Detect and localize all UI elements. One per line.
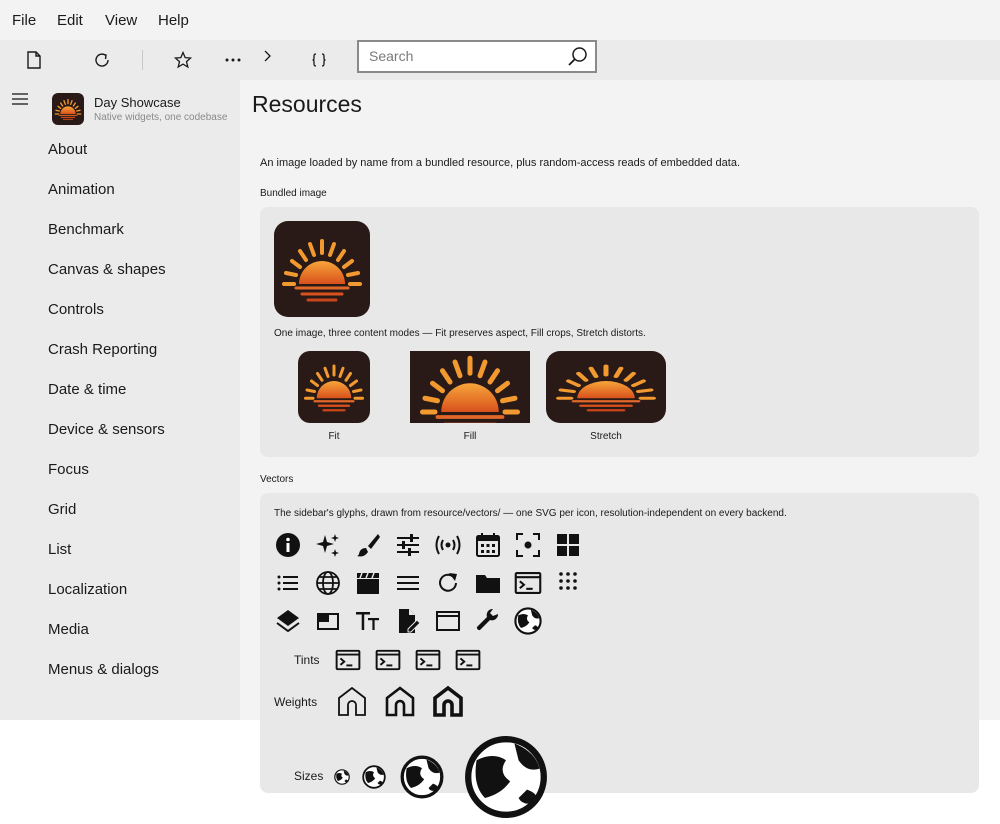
sidebar-item-focus[interactable]: Focus: [48, 461, 89, 478]
app-tagline: Native widgets, one codebase: [94, 112, 228, 123]
wrench-icon: [474, 607, 502, 635]
app-logo: [52, 93, 84, 125]
toolbar-separator: [142, 50, 143, 70]
search-box: Search: [357, 40, 597, 73]
hamburger-menu-icon[interactable]: [12, 92, 28, 111]
text-size-icon: [354, 607, 382, 635]
sidebar-item-menus-dialogs[interactable]: Menus & dialogs: [48, 661, 159, 678]
stretch-mode-image: [546, 351, 666, 423]
weights-label: Weights: [274, 695, 318, 709]
vectors-caption: The sidebar's glyphs, drawn from resourc…: [274, 508, 787, 519]
sidebar-item-device-sensors[interactable]: Device & sensors: [48, 421, 165, 438]
bundled-image-heading: Bundled image: [260, 188, 327, 199]
home-light-icon: [336, 685, 368, 717]
sidebar-item-grid[interactable]: Grid: [48, 501, 76, 518]
folder-icon: [474, 569, 502, 597]
fill-mode-image: [410, 351, 530, 423]
vectors-heading: Vectors: [260, 474, 294, 485]
chevron-right-icon[interactable]: [255, 44, 279, 68]
toolbar: Search: [0, 40, 1000, 80]
menu-help[interactable]: Help: [158, 12, 189, 29]
sidebar-item-media[interactable]: Media: [48, 621, 89, 638]
sidebar-item-crash-reporting[interactable]: Crash Reporting: [48, 341, 157, 358]
sliders-icon: [394, 531, 422, 559]
bundled-image: [274, 221, 370, 317]
globe-size-xlarge-icon: [464, 735, 548, 819]
menu-lines-icon: [394, 569, 422, 597]
tint-terminal-icon: [375, 647, 401, 673]
globe-filled-icon: [514, 607, 542, 635]
tints-label: Tints: [294, 653, 320, 667]
fit-label: Fit: [328, 431, 340, 442]
bundled-image-card: One image, three content modes — Fit pre…: [260, 207, 979, 457]
broadcast-icon: [434, 531, 462, 559]
page-title: Resources: [252, 91, 362, 117]
window-icon: [434, 607, 462, 635]
app-name: Day Showcase: [94, 95, 181, 110]
list-icon: [274, 569, 302, 597]
sidebar-item-benchmark[interactable]: Benchmark: [48, 221, 124, 238]
menu-bar: File Edit View Help: [0, 0, 1000, 40]
tint-terminal-icon: [455, 647, 481, 673]
tint-terminal-icon: [335, 647, 361, 673]
globe-size-medium-icon: [362, 765, 386, 789]
brush-icon: [354, 531, 382, 559]
globe-outline-icon: [314, 569, 342, 597]
menu-edit[interactable]: Edit: [57, 12, 83, 29]
search-icon[interactable]: [567, 46, 589, 68]
dots-grid-icon: [554, 569, 582, 597]
globe-size-large-icon: [400, 755, 444, 799]
home-bold-icon: [432, 685, 464, 717]
braces-icon[interactable]: [307, 48, 331, 72]
menu-view[interactable]: View: [105, 12, 137, 29]
focus-icon: [514, 531, 542, 559]
modes-caption: One image, three content modes — Fit pre…: [274, 328, 646, 339]
refresh-icon[interactable]: [90, 48, 114, 72]
window-edge-right: [979, 720, 1000, 776]
sidebar-item-localization[interactable]: Localization: [48, 581, 127, 598]
more-icon[interactable]: [221, 48, 245, 72]
info-icon: [274, 531, 302, 559]
tint-terminal-icon: [415, 647, 441, 673]
layers-icon: [274, 607, 302, 635]
refresh-vector-icon: [434, 569, 462, 597]
home-regular-icon: [384, 685, 416, 717]
sidebar-item-canvas-shapes[interactable]: Canvas & shapes: [48, 261, 166, 278]
intro-text: An image loaded by name from a bundled r…: [260, 157, 741, 169]
sidebar-item-animation[interactable]: Animation: [48, 181, 115, 198]
fit-mode-image: [298, 351, 370, 423]
content-pane: Resources An image loaded by name from a…: [240, 80, 1000, 776]
menu-file[interactable]: File: [12, 12, 36, 29]
globe-size-small-icon: [334, 769, 350, 785]
vectors-card: The sidebar's glyphs, drawn from resourc…: [260, 493, 979, 793]
picture-in-picture-icon: [314, 607, 342, 635]
sparkles-icon: [314, 531, 342, 559]
sidebar-item-list[interactable]: List: [48, 541, 71, 558]
sizes-label: Sizes: [294, 769, 324, 783]
fill-label: Fill: [463, 431, 477, 442]
document-edit-icon: [394, 607, 422, 635]
sidebar-item-about[interactable]: About: [48, 141, 87, 158]
stretch-label: Stretch: [590, 431, 622, 442]
window-edge: [0, 720, 260, 776]
sidebar-item-date-time[interactable]: Date & time: [48, 381, 126, 398]
search-input[interactable]: Search: [369, 48, 413, 64]
star-icon[interactable]: [171, 48, 195, 72]
clapperboard-icon: [354, 569, 382, 597]
grid-icon: [554, 531, 582, 559]
sidebar-item-controls[interactable]: Controls: [48, 301, 104, 318]
calendar-icon: [474, 531, 502, 559]
new-document-icon[interactable]: [22, 48, 46, 72]
sidebar: Day Showcase Native widgets, one codebas…: [0, 80, 240, 720]
terminal-icon: [514, 569, 542, 597]
